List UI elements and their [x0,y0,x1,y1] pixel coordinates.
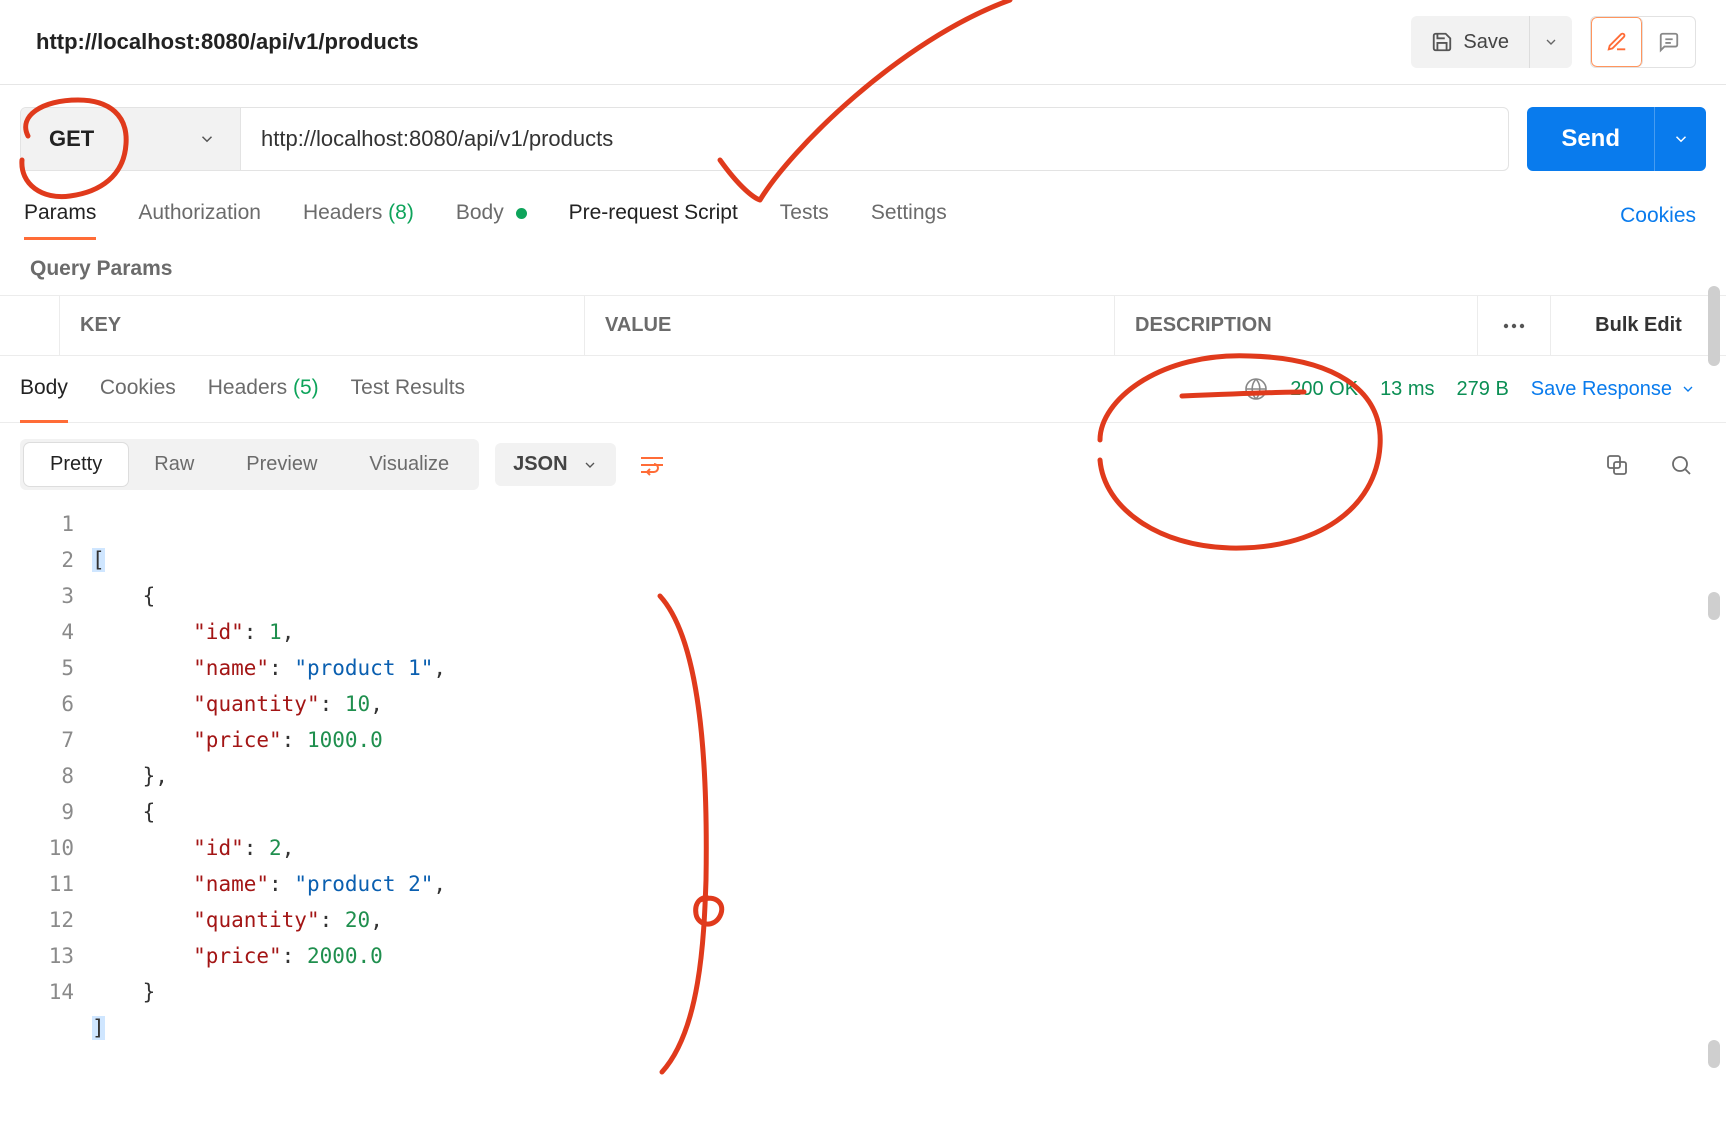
save-options-chevron[interactable] [1530,34,1572,50]
tab-prerequest[interactable]: Pre-request Script [569,193,738,239]
bulk-edit-button[interactable]: Bulk Edit [1551,296,1726,355]
status-size[interactable]: 279 B [1457,378,1509,401]
copy-icon[interactable] [1602,450,1632,480]
view-pretty[interactable]: Pretty [24,443,128,486]
send-label: Send [1561,125,1620,153]
save-response-label: Save Response [1531,378,1672,401]
scrollbar-hint-icon [1708,286,1720,366]
send-options-chevron[interactable] [1654,107,1706,171]
query-params-description-header: DESCRIPTION [1115,296,1477,355]
comments-icon[interactable] [1643,17,1695,67]
query-params-header-row: KEY VALUE DESCRIPTION Bulk Edit [0,295,1726,356]
body-modified-dot-icon [516,208,527,219]
scrollbar-hint-icon [1708,592,1720,620]
response-body-code[interactable]: 1234567891011121314 [ { "id": 1, "name":… [0,506,1726,1082]
query-params-key-header: KEY [60,296,585,355]
tab-tests[interactable]: Tests [780,193,829,239]
status-time[interactable]: 13 ms [1380,378,1434,401]
format-value: JSON [513,453,567,476]
chevron-down-icon [198,130,216,148]
search-icon[interactable] [1666,450,1696,480]
save-label: Save [1463,31,1509,54]
tab-authorization[interactable]: Authorization [138,193,261,239]
response-tab-headers[interactable]: Headers (5) [208,366,319,412]
query-params-select-all[interactable] [0,296,60,355]
status-code[interactable]: 200 OK [1290,378,1358,401]
send-button[interactable]: Send [1527,107,1654,171]
response-tab-headers-count: (5) [293,376,319,399]
tab-body-label: Body [456,201,504,224]
view-preview[interactable]: Preview [220,443,343,486]
view-visualize[interactable]: Visualize [343,443,475,486]
body-view-segment: Pretty Raw Preview Visualize [20,439,479,490]
format-select[interactable]: JSON [495,443,615,486]
tab-params[interactable]: Params [24,193,96,239]
response-tab-body[interactable]: Body [20,366,68,412]
request-title: http://localhost:8080/api/v1/products [36,29,419,55]
save-response-link[interactable]: Save Response [1531,378,1696,401]
http-method-value: GET [49,126,94,152]
edit-icon[interactable] [1591,17,1643,67]
response-tab-cookies[interactable]: Cookies [100,366,176,412]
line-gutter: 1234567891011121314 [20,506,92,1082]
url-value: http://localhost:8080/api/v1/products [261,126,613,152]
code-content: [ { "id": 1, "name": "product 1", "quant… [92,506,446,1082]
tab-headers[interactable]: Headers (8) [303,193,414,239]
view-raw[interactable]: Raw [128,443,220,486]
tab-settings[interactable]: Settings [871,193,947,239]
save-button[interactable]: Save [1411,16,1530,68]
save-button-group: Save [1411,16,1572,68]
url-input[interactable]: http://localhost:8080/api/v1/products [241,108,1508,170]
tab-headers-label: Headers [303,201,382,224]
query-params-title: Query Params [0,239,1726,295]
tab-headers-count: (8) [388,201,414,224]
query-params-more-icon[interactable] [1477,296,1551,355]
scrollbar-hint-icon [1708,1040,1720,1068]
response-tab-headers-label: Headers [208,376,287,399]
query-params-value-header: VALUE [585,296,1115,355]
tab-body[interactable]: Body [456,193,527,239]
http-method-select[interactable]: GET [21,108,241,170]
cookies-link[interactable]: Cookies [1620,204,1696,228]
network-icon[interactable] [1244,377,1268,401]
wrap-lines-icon[interactable] [632,445,672,485]
save-icon [1431,31,1453,53]
response-tab-test-results[interactable]: Test Results [351,366,465,412]
